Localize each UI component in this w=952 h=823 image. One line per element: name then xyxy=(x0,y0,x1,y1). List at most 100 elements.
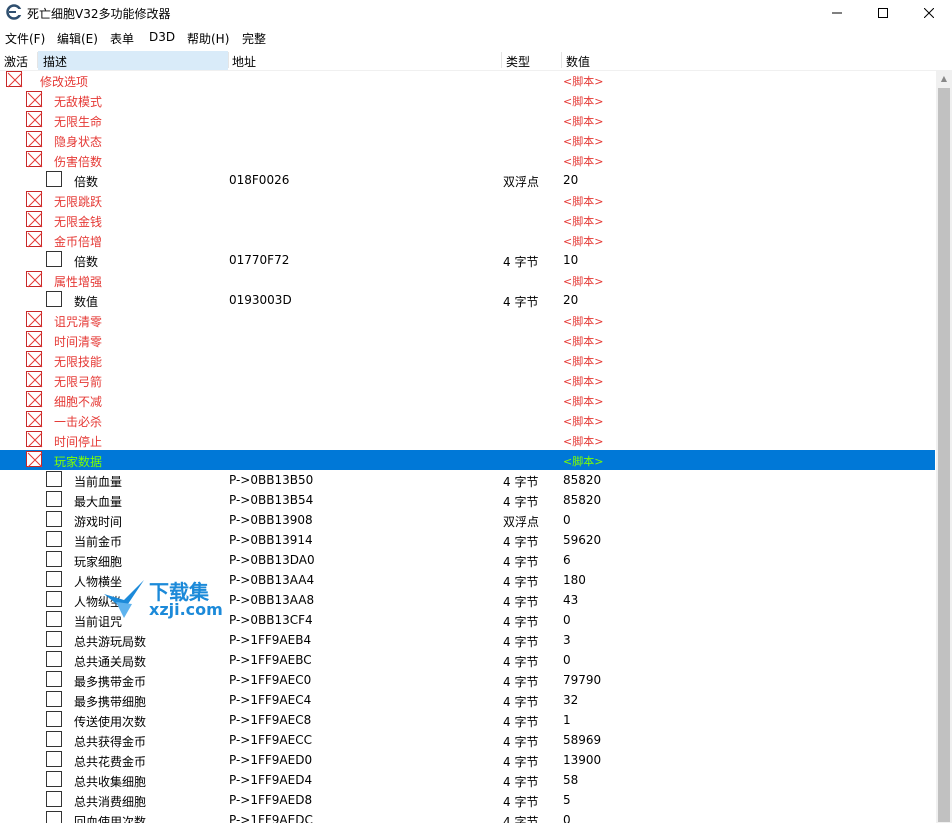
row-value[interactable]: 0 xyxy=(563,653,571,667)
table-row[interactable]: 伤害倍数 <脚本> xyxy=(0,150,935,170)
menu-file[interactable]: 文件(F) xyxy=(5,30,45,47)
header-value[interactable]: 数值 xyxy=(566,53,590,70)
row-value[interactable]: 58969 xyxy=(563,733,601,747)
activate-checkbox[interactable] xyxy=(26,231,43,248)
table-row[interactable]: 倍数 018F0026 双浮点 20 xyxy=(0,170,935,190)
activate-checkbox[interactable] xyxy=(46,691,62,707)
row-value[interactable]: <脚本> xyxy=(563,73,603,89)
vertical-scrollbar[interactable]: ▲ xyxy=(936,70,952,823)
column-separator[interactable] xyxy=(501,52,502,68)
table-row[interactable]: 当前诅咒 P->0BB13CF4 4 字节 0 xyxy=(0,610,935,630)
row-value[interactable]: <脚本> xyxy=(563,153,603,169)
table-row[interactable]: 玩家数据 <脚本> xyxy=(0,450,935,470)
activate-checkbox[interactable] xyxy=(26,131,43,148)
activate-checkbox[interactable] xyxy=(46,251,62,267)
row-value[interactable]: <脚本> xyxy=(563,453,603,469)
table-row[interactable]: 倍数 01770F72 4 字节 10 xyxy=(0,250,935,270)
activate-checkbox[interactable] xyxy=(46,751,62,767)
table-row[interactable]: 总共游玩局数 P->1FF9AEB4 4 字节 3 xyxy=(0,630,935,650)
table-row[interactable]: 无限弓箭 <脚本> xyxy=(0,370,935,390)
activate-checkbox[interactable] xyxy=(26,151,43,168)
activate-checkbox[interactable] xyxy=(26,391,43,408)
table-row[interactable]: 隐身状态 <脚本> xyxy=(0,130,935,150)
activate-checkbox[interactable] xyxy=(46,171,62,187)
activate-checkbox[interactable] xyxy=(26,351,43,368)
row-value[interactable]: <脚本> xyxy=(563,233,603,249)
close-button[interactable] xyxy=(906,0,952,26)
row-value[interactable]: 180 xyxy=(563,573,586,587)
table-row[interactable]: 属性增强 <脚本> xyxy=(0,270,935,290)
scroll-up-arrow-icon[interactable]: ▲ xyxy=(936,70,952,87)
table-row[interactable]: 一击必杀 <脚本> xyxy=(0,410,935,430)
row-value[interactable]: 6 xyxy=(563,553,571,567)
row-value[interactable]: 85820 xyxy=(563,493,601,507)
activate-checkbox[interactable] xyxy=(46,291,62,307)
activate-checkbox[interactable] xyxy=(46,771,62,787)
header-active[interactable]: 激活 xyxy=(4,53,28,70)
row-value[interactable]: 0 xyxy=(563,513,571,527)
row-value[interactable]: 10 xyxy=(563,253,578,267)
row-value[interactable]: 0 xyxy=(563,613,571,627)
row-value[interactable]: 0 xyxy=(563,813,571,823)
minimize-button[interactable] xyxy=(814,0,860,26)
header-type[interactable]: 类型 xyxy=(506,53,530,70)
table-row[interactable]: 回血使用次数 P->1FF9AEDC 4 字节 0 xyxy=(0,810,935,823)
activate-checkbox[interactable] xyxy=(6,71,23,88)
row-value[interactable]: 3 xyxy=(563,633,571,647)
table-row[interactable]: 最大血量 P->0BB13B54 4 字节 85820 xyxy=(0,490,935,510)
row-value[interactable]: 20 xyxy=(563,173,578,187)
activate-checkbox[interactable] xyxy=(26,111,43,128)
activate-checkbox[interactable] xyxy=(46,711,62,727)
scroll-thumb[interactable] xyxy=(938,88,950,822)
activate-checkbox[interactable] xyxy=(46,671,62,687)
activate-checkbox[interactable] xyxy=(46,551,62,567)
menu-table[interactable]: 表单 xyxy=(110,30,134,47)
row-value[interactable]: <脚本> xyxy=(563,353,603,369)
column-separator[interactable] xyxy=(228,52,229,68)
activate-checkbox[interactable] xyxy=(46,531,62,547)
menu-help[interactable]: 帮助(H) xyxy=(187,30,229,47)
table-row[interactable]: 无限金钱 <脚本> xyxy=(0,210,935,230)
table-row[interactable]: 当前血量 P->0BB13B50 4 字节 85820 xyxy=(0,470,935,490)
table-row[interactable]: 无限生命 <脚本> xyxy=(0,110,935,130)
activate-checkbox[interactable] xyxy=(46,811,62,823)
activate-checkbox[interactable] xyxy=(26,311,43,328)
table-row[interactable]: 总共消费细胞 P->1FF9AED8 4 字节 5 xyxy=(0,790,935,810)
row-value[interactable]: <脚本> xyxy=(563,333,603,349)
table-row[interactable]: 游戏时间 P->0BB13908 双浮点 0 xyxy=(0,510,935,530)
column-separator[interactable] xyxy=(37,52,38,68)
activate-checkbox[interactable] xyxy=(26,451,43,468)
row-value[interactable]: 13900 xyxy=(563,753,601,767)
table-row[interactable]: 当前金币 P->0BB13914 4 字节 59620 xyxy=(0,530,935,550)
row-value[interactable]: <脚本> xyxy=(563,93,603,109)
menu-edit[interactable]: 编辑(E) xyxy=(57,30,98,47)
row-value[interactable]: 79790 xyxy=(563,673,601,687)
activate-checkbox[interactable] xyxy=(46,731,62,747)
table-row[interactable]: 总共花费金币 P->1FF9AED0 4 字节 13900 xyxy=(0,750,935,770)
activate-checkbox[interactable] xyxy=(46,571,62,587)
activate-checkbox[interactable] xyxy=(26,191,43,208)
row-value[interactable]: 1 xyxy=(563,713,571,727)
activate-checkbox[interactable] xyxy=(46,511,62,527)
row-value[interactable]: <脚本> xyxy=(563,433,603,449)
table-row[interactable]: 无限跳跃 <脚本> xyxy=(0,190,935,210)
table-row[interactable]: 传送使用次数 P->1FF9AEC8 4 字节 1 xyxy=(0,710,935,730)
menu-full[interactable]: 完整 xyxy=(242,30,266,47)
column-separator[interactable] xyxy=(561,52,562,68)
row-value[interactable]: <脚本> xyxy=(563,313,603,329)
row-value[interactable]: 32 xyxy=(563,693,578,707)
row-value[interactable]: <脚本> xyxy=(563,273,603,289)
row-value[interactable]: 59620 xyxy=(563,533,601,547)
row-value[interactable]: <脚本> xyxy=(563,113,603,129)
table-row[interactable]: 总共通关局数 P->1FF9AEBC 4 字节 0 xyxy=(0,650,935,670)
table-row[interactable]: 人物纵坐 P->0BB13AA8 4 字节 43 xyxy=(0,590,935,610)
row-value[interactable]: 20 xyxy=(563,293,578,307)
maximize-button[interactable] xyxy=(860,0,906,26)
row-value[interactable]: 5 xyxy=(563,793,571,807)
activate-checkbox[interactable] xyxy=(46,471,62,487)
activate-checkbox[interactable] xyxy=(46,591,62,607)
activate-checkbox[interactable] xyxy=(46,611,62,627)
activate-checkbox[interactable] xyxy=(26,331,43,348)
table-row[interactable]: 诅咒清零 <脚本> xyxy=(0,310,935,330)
table-row[interactable]: 总共收集细胞 P->1FF9AED4 4 字节 58 xyxy=(0,770,935,790)
